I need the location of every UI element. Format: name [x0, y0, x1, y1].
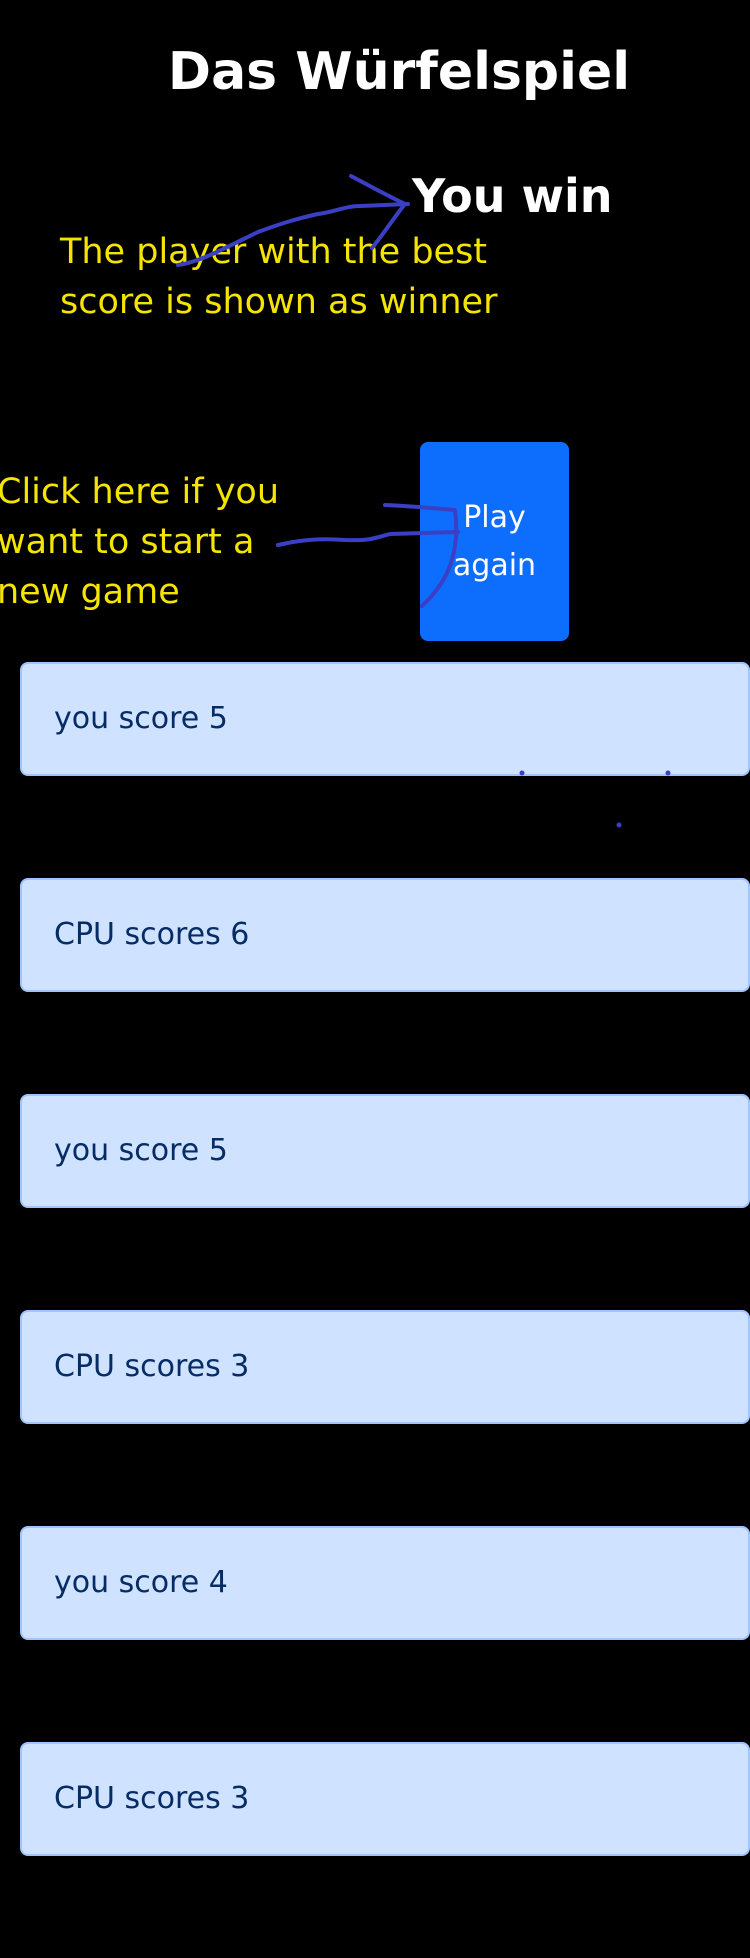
- new-game-annotation: Click here if you want to start a new ga…: [0, 472, 279, 612]
- page-title: Das Würfelspiel: [167, 41, 631, 102]
- play-again-button[interactable]: Play again: [420, 442, 569, 641]
- score-list: you score 5 CPU scores 6 you score 5 CPU…: [20, 662, 750, 1958]
- score-item: CPU scores 3: [20, 1310, 750, 1424]
- score-item: CPU scores 6: [20, 878, 750, 992]
- score-item: you score 4: [20, 1526, 750, 1640]
- score-item: CPU scores 3: [20, 1742, 750, 1856]
- result-text: You win: [412, 169, 613, 223]
- score-item: you score 5: [20, 1094, 750, 1208]
- score-item: you score 5: [20, 662, 750, 776]
- winner-annotation: The player with the best score is shown …: [60, 232, 498, 322]
